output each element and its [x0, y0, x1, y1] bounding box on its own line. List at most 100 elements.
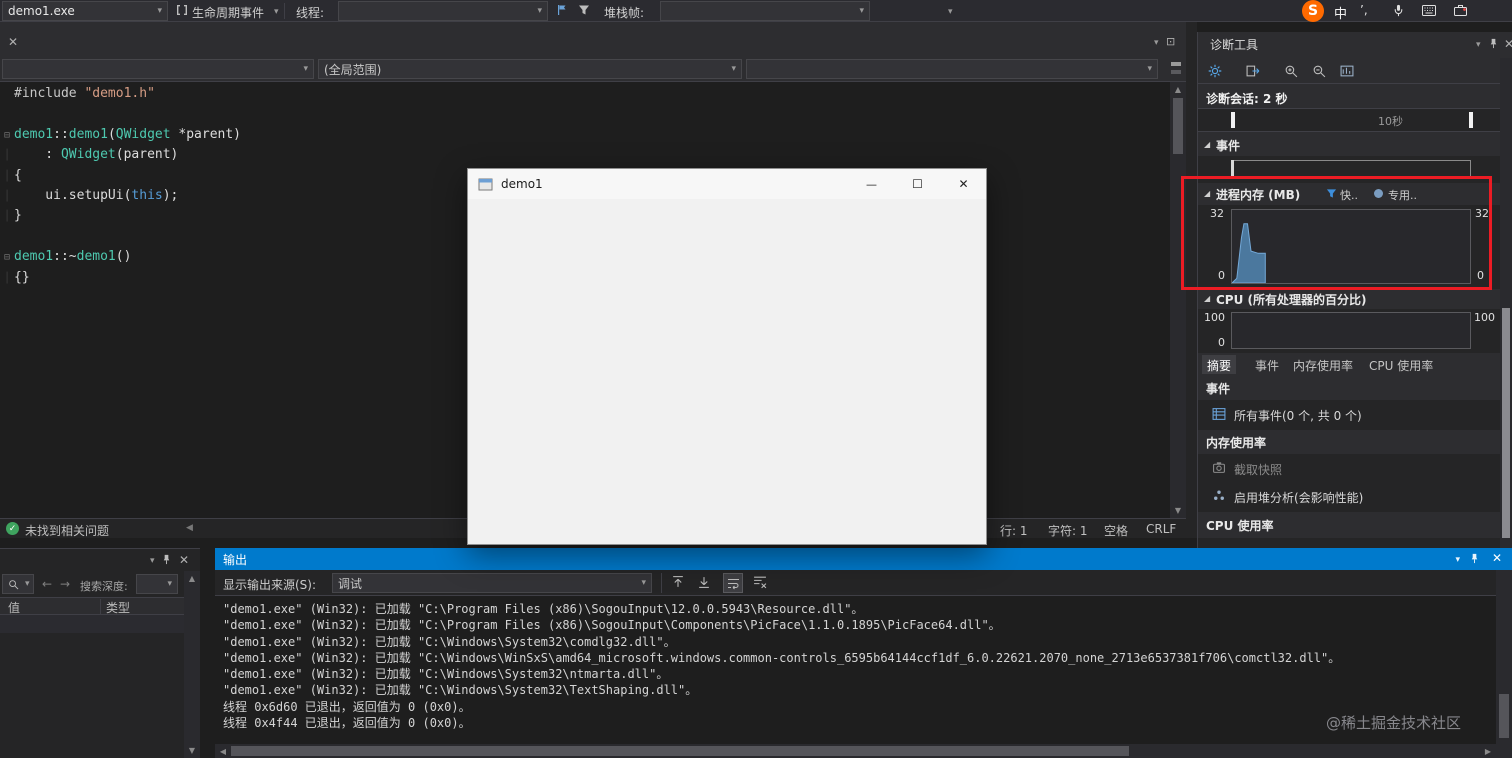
- filter-flagged-threads-icon[interactable]: [578, 4, 590, 16]
- column-header-type[interactable]: 类型: [106, 599, 130, 616]
- reset-timeline-view-icon[interactable]: [1340, 64, 1354, 78]
- status-indentation-mode[interactable]: 空格: [1104, 522, 1128, 539]
- tab-cpu-usage[interactable]: CPU 使用率: [1364, 355, 1438, 374]
- close-button[interactable]: ✕: [941, 169, 986, 199]
- open-documents-list-icon[interactable]: ▾: [1148, 38, 1159, 48]
- window-position-icon[interactable]: ▾: [144, 556, 155, 566]
- watch-row[interactable]: [0, 615, 184, 633]
- ime-punctuation-indicator[interactable]: ’,: [1360, 3, 1368, 17]
- zoom-in-icon[interactable]: [1284, 64, 1298, 78]
- timeline-ruler[interactable]: 10秒: [1198, 108, 1500, 132]
- memory-section-header[interactable]: ◢ 进程内存 (MB) 快.. 专用..: [1198, 183, 1500, 205]
- float-window-icon[interactable]: ⊡: [1166, 35, 1175, 48]
- scroll-left-icon[interactable]: ◀: [218, 747, 228, 756]
- member-scope-dropdown[interactable]: ▾: [746, 59, 1158, 79]
- memory-chart[interactable]: 32 0 32 0: [1198, 205, 1500, 289]
- output-titlebar[interactable]: 输出 ▾ ✕: [215, 548, 1512, 570]
- goto-previous-message-icon[interactable]: [671, 575, 685, 589]
- maximize-button[interactable]: ☐: [895, 169, 940, 199]
- ime-mode-indicator[interactable]: 中: [1334, 3, 1347, 22]
- search-depth-dropdown[interactable]: ▾: [136, 574, 178, 594]
- scroll-down-icon[interactable]: ▼: [1170, 506, 1186, 515]
- settings-gear-icon[interactable]: [1208, 64, 1222, 78]
- window-position-icon[interactable]: ▾: [1470, 40, 1481, 50]
- tab-events[interactable]: 事件: [1250, 355, 1284, 374]
- diagnostics-scrollbar[interactable]: [1500, 58, 1512, 548]
- tab-summary[interactable]: 摘要: [1202, 355, 1237, 374]
- problems-status-text[interactable]: 未找到相关问题: [25, 522, 109, 539]
- column-header-value[interactable]: 值: [8, 599, 20, 616]
- legend-private-label[interactable]: 专用..: [1388, 187, 1417, 203]
- type-scope-dropdown[interactable]: (全局范围) ▾: [318, 59, 742, 79]
- word-wrap-icon[interactable]: [723, 573, 743, 593]
- status-column-number[interactable]: 字符: 1: [1048, 522, 1088, 539]
- scroll-down-icon[interactable]: ▼: [184, 746, 200, 755]
- search-forward-icon[interactable]: →: [60, 577, 70, 591]
- virtual-keyboard-icon[interactable]: [1422, 5, 1436, 16]
- flag-current-thread-icon[interactable]: [556, 4, 568, 16]
- scrollbar-thumb[interactable]: [1499, 694, 1509, 738]
- thread-dropdown[interactable]: ▾: [338, 1, 548, 21]
- stack-frame-label: 堆栈帧:: [604, 6, 645, 20]
- export-report-icon[interactable]: [1246, 64, 1260, 78]
- scrollbar-thumb[interactable]: [1173, 98, 1183, 154]
- all-events-link[interactable]: 所有事件(0 个, 共 0 个): [1234, 407, 1362, 424]
- output-text-area[interactable]: "demo1.exe" (Win32): 已加载 "C:\Program Fil…: [215, 596, 1496, 744]
- watch-output-splitter[interactable]: [200, 548, 215, 758]
- close-icon[interactable]: ✕: [179, 553, 189, 567]
- minimize-button[interactable]: —: [849, 169, 894, 199]
- status-line-ending[interactable]: CRLF: [1146, 522, 1176, 536]
- editor-diagnostics-splitter[interactable]: [1186, 22, 1197, 538]
- ime-toolbox-icon[interactable]: [1454, 4, 1467, 16]
- snapshot-filter-icon[interactable]: [1326, 188, 1337, 199]
- scrollbar-thumb[interactable]: [1502, 308, 1510, 538]
- scroll-up-icon[interactable]: ▲: [1170, 85, 1186, 94]
- zoom-out-icon[interactable]: [1312, 64, 1326, 78]
- pin-icon[interactable]: [1469, 553, 1480, 564]
- pin-icon[interactable]: [161, 554, 172, 565]
- lifecycle-events-label[interactable]: 生命周期事件: [192, 4, 264, 21]
- split-editor-icon[interactable]: [1170, 61, 1182, 75]
- stack-frame-dropdown[interactable]: ▾: [660, 1, 870, 21]
- close-icon[interactable]: ✕: [1492, 551, 1502, 565]
- clear-all-output-icon[interactable]: [753, 575, 767, 589]
- enable-heap-link[interactable]: 启用堆分析(会影响性能): [1234, 489, 1363, 506]
- goto-next-message-icon[interactable]: [697, 575, 711, 589]
- search-input[interactable]: ▾: [2, 574, 34, 594]
- search-back-icon[interactable]: ←: [42, 577, 52, 591]
- cpu-section-header[interactable]: ◢ CPU (所有处理器的百分比): [1198, 289, 1500, 309]
- editor-vertical-scrollbar[interactable]: ▲ ▼: [1170, 82, 1186, 518]
- microphone-icon[interactable]: [1392, 4, 1405, 17]
- take-snapshot-link[interactable]: 截取快照: [1234, 461, 1282, 478]
- close-icon[interactable]: ✕: [1504, 37, 1512, 51]
- output-source-dropdown[interactable]: 调试 ▾: [332, 573, 652, 593]
- qt-window-titlebar[interactable]: demo1 — ☐ ✕: [468, 169, 986, 199]
- legend-snapshot-label[interactable]: 快..: [1340, 187, 1358, 203]
- watch-scrollbar[interactable]: ▲ ▼: [184, 571, 200, 758]
- scrollbar-thumb[interactable]: [231, 746, 1129, 756]
- status-line-number[interactable]: 行: 1: [1000, 522, 1028, 539]
- events-track[interactable]: [1198, 156, 1500, 183]
- events-section-header[interactable]: ◢ 事件: [1198, 134, 1500, 156]
- timeline-marker[interactable]: [1231, 112, 1235, 128]
- timeline-marker[interactable]: [1469, 112, 1473, 128]
- toolbar-overflow-icon[interactable]: ▾: [942, 7, 953, 17]
- breadcrumb-scroll-left-icon[interactable]: ◀: [186, 523, 193, 533]
- take-snapshot-row[interactable]: 截取快照: [1198, 456, 1500, 482]
- close-document-icon[interactable]: ✕: [8, 35, 18, 49]
- cpu-chart[interactable]: 100 0 100: [1198, 309, 1500, 353]
- scroll-right-icon[interactable]: ▶: [1483, 747, 1493, 756]
- output-vertical-scrollbar[interactable]: [1496, 570, 1512, 744]
- chevron-down-icon: ▾: [731, 64, 736, 74]
- window-position-icon[interactable]: ▾: [1449, 555, 1460, 565]
- qt-app-window[interactable]: demo1 — ☐ ✕: [467, 168, 987, 545]
- all-events-row[interactable]: 所有事件(0 个, 共 0 个): [1198, 402, 1500, 428]
- pin-icon[interactable]: [1488, 38, 1499, 49]
- sogou-logo-icon[interactable]: S: [1302, 0, 1324, 22]
- scroll-up-icon[interactable]: ▲: [184, 574, 200, 583]
- tab-memory-usage[interactable]: 内存使用率: [1288, 355, 1358, 374]
- output-horizontal-scrollbar[interactable]: ◀ ▶: [215, 744, 1496, 758]
- enable-heap-row[interactable]: 启用堆分析(会影响性能): [1198, 484, 1500, 510]
- project-scope-dropdown[interactable]: ▾: [2, 59, 314, 79]
- process-dropdown[interactable]: demo1.exe ▾: [2, 1, 168, 21]
